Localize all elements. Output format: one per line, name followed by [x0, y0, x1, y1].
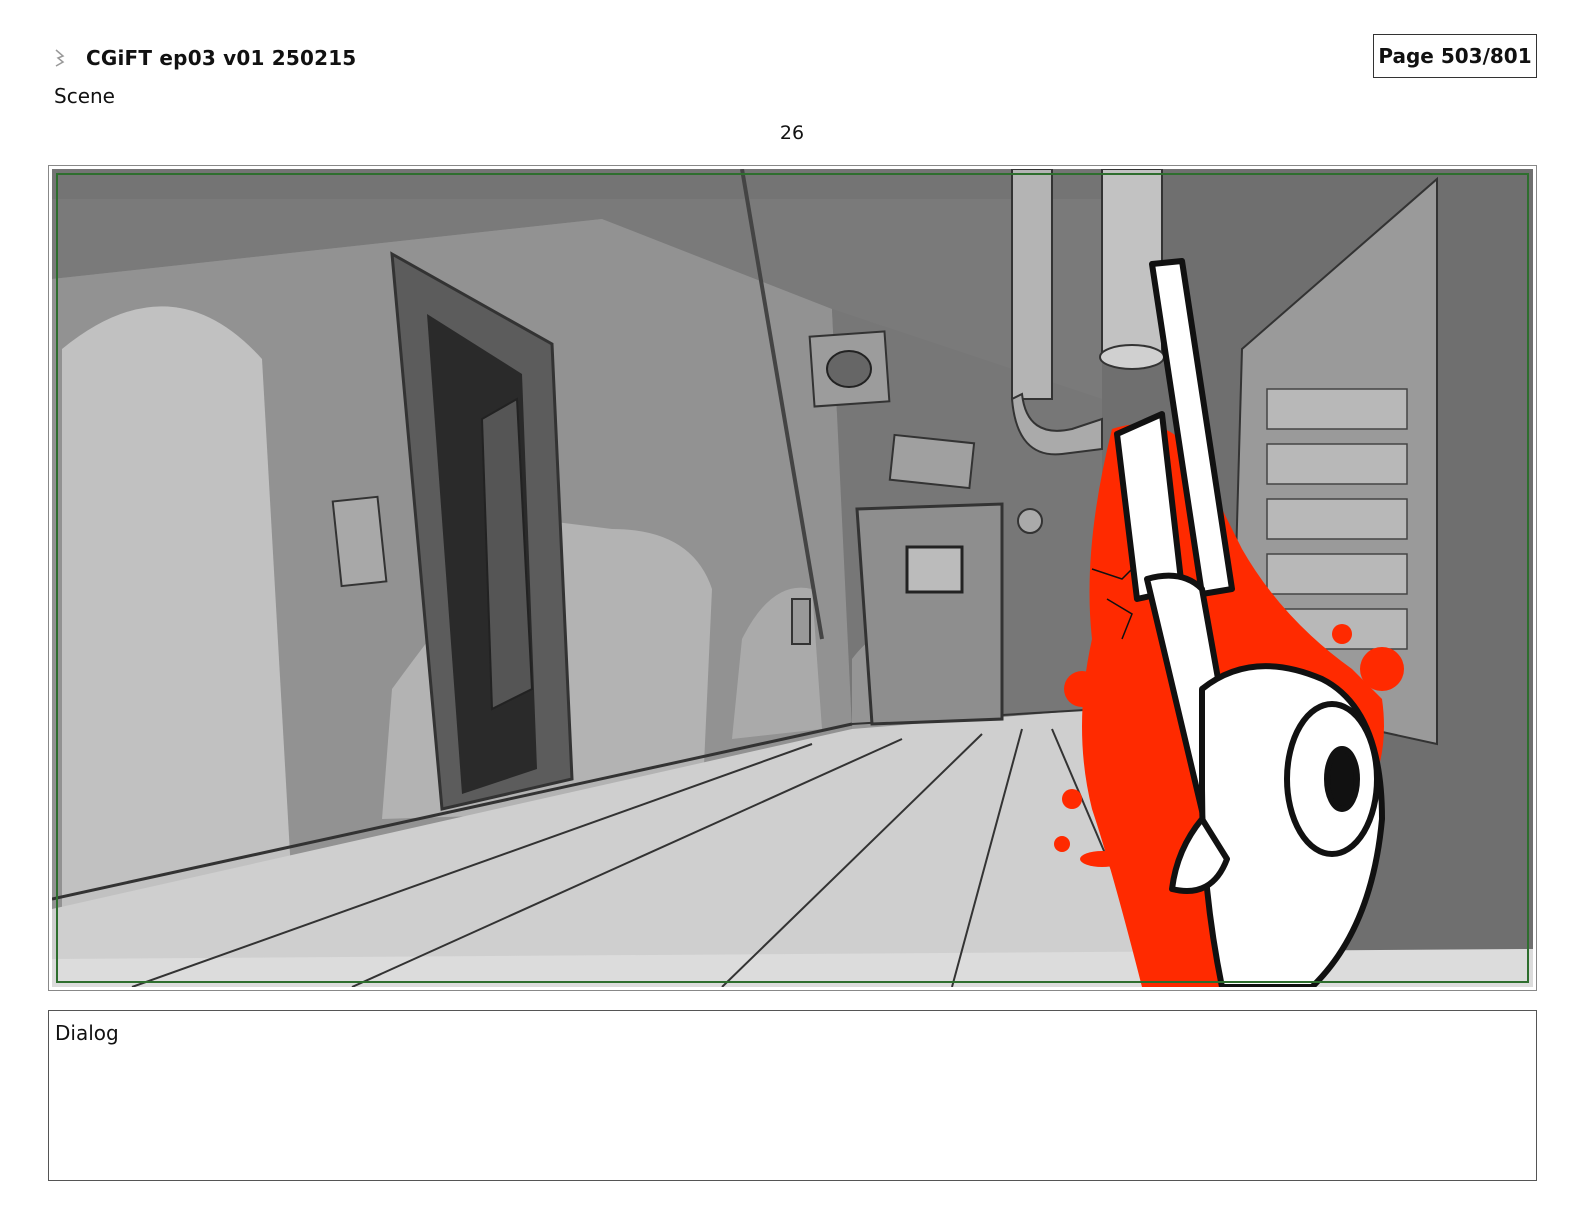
- dialog-box: Dialog: [48, 1010, 1537, 1181]
- page-indicator: Page 503/801: [1373, 34, 1537, 78]
- dialog-label: Dialog: [55, 1021, 119, 1045]
- document-title: CGiFT ep03 v01 250215: [86, 46, 357, 70]
- panel-number: 26: [779, 122, 805, 144]
- storyboard-panel: [48, 165, 1537, 991]
- scene-label: Scene: [54, 84, 115, 108]
- storyboard-logo-icon: [55, 49, 65, 67]
- storyboard-drawing: [52, 169, 1533, 987]
